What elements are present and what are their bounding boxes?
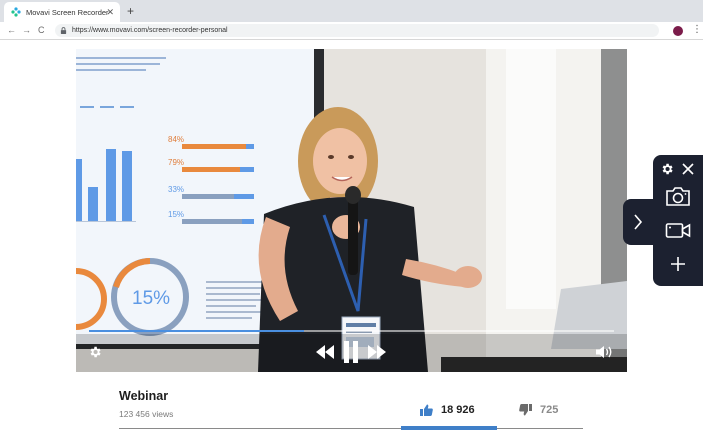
slide-bar-label: 79% <box>168 158 184 167</box>
reload-button[interactable]: C <box>38 24 45 36</box>
url-text: https://www.movavi.com/screen-recorder-p… <box>72 27 228 34</box>
dislike-count: 725 <box>540 404 559 416</box>
video-camera-icon[interactable] <box>665 221 691 240</box>
playback-controls <box>316 341 386 363</box>
like-ratio-bar <box>401 426 497 430</box>
video-player[interactable]: 84% 79% 33% 15% 15% <box>76 49 627 372</box>
thumbs-down-icon <box>519 404 532 416</box>
gear-icon[interactable] <box>660 162 674 176</box>
movavi-favicon-icon <box>11 7 21 17</box>
browser-menu-icon[interactable]: ⋮ <box>692 23 702 37</box>
pause-icon[interactable] <box>344 341 358 363</box>
browser-tab-bar: Movavi Screen Recorder ✕ + <box>0 0 703 22</box>
dislike-button[interactable]: 725 <box>519 404 558 416</box>
slide-bar-label: 33% <box>168 185 184 194</box>
recorder-panel <box>653 155 703 286</box>
slide-bar-label: 15% <box>168 210 184 219</box>
chevron-right-icon <box>634 214 643 230</box>
rewind-icon[interactable] <box>316 345 334 359</box>
slide-percent-label: 15% <box>132 288 170 309</box>
like-count: 18 926 <box>441 404 475 416</box>
camera-icon[interactable] <box>665 186 691 207</box>
tab-close-icon[interactable]: ✕ <box>106 6 114 18</box>
fast-forward-icon[interactable] <box>368 345 386 359</box>
slide-bar-label: 84% <box>168 135 184 144</box>
profile-avatar[interactable] <box>673 26 683 36</box>
plus-icon[interactable] <box>670 256 686 272</box>
browser-toolbar: ← → C https://www.movavi.com/screen-reco… <box>0 22 703 40</box>
gear-icon[interactable] <box>88 345 102 359</box>
video-progress-fill <box>89 330 305 332</box>
browser-tab[interactable]: Movavi Screen Recorder ✕ <box>4 2 120 22</box>
video-progress-bar[interactable] <box>89 330 614 332</box>
rating-divider <box>119 428 583 429</box>
close-icon[interactable] <box>682 163 694 175</box>
view-count: 123 456 views <box>119 409 174 419</box>
tab-title: Movavi Screen Recorder <box>26 7 109 17</box>
new-tab-button[interactable]: + <box>127 4 134 18</box>
address-bar[interactable]: https://www.movavi.com/screen-recorder-p… <box>55 24 659 37</box>
like-button[interactable]: 18 926 <box>420 404 475 416</box>
back-button[interactable]: ← <box>7 24 16 36</box>
video-frame: 84% 79% 33% 15% 15% <box>76 49 627 372</box>
forward-button[interactable]: → <box>22 24 31 36</box>
video-title: Webinar <box>119 389 169 403</box>
recorder-collapse-tab[interactable] <box>623 199 655 245</box>
thumbs-up-icon <box>420 404 433 416</box>
volume-icon[interactable] <box>596 345 614 359</box>
lock-icon <box>60 27 67 34</box>
